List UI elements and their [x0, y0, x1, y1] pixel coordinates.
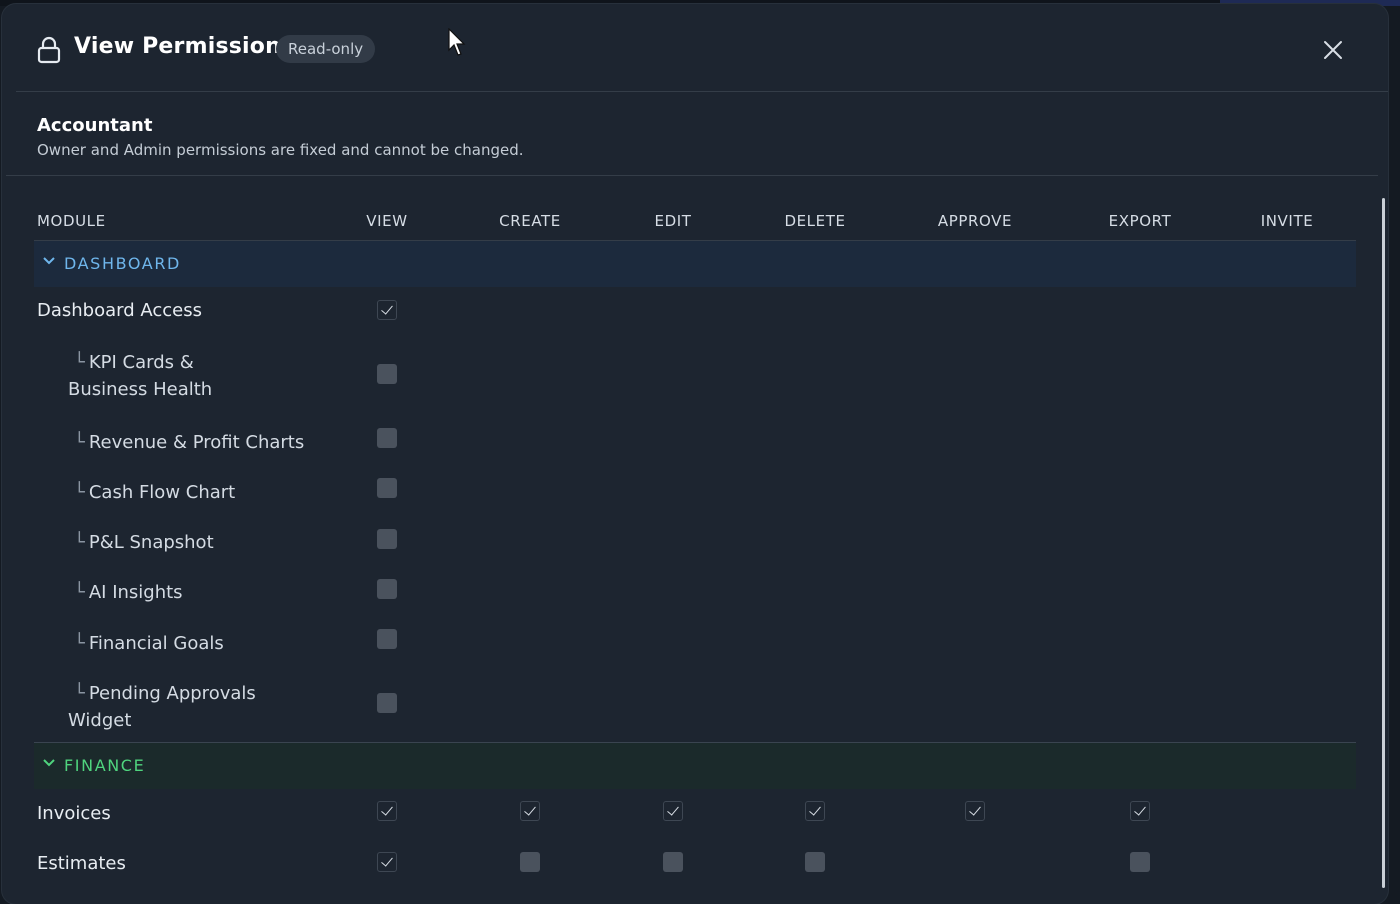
column-header-module: MODULE: [37, 212, 106, 230]
permission-row-label: └ Financial Goals: [68, 630, 224, 657]
checkbox-view[interactable]: [377, 300, 397, 320]
role-name: Accountant: [37, 115, 153, 136]
checkbox-view[interactable]: [377, 693, 397, 713]
checkbox-delete[interactable]: [805, 801, 825, 821]
mouse-cursor-icon: [448, 28, 466, 56]
permission-row-text: KPI Cards & Business Health: [68, 352, 213, 400]
checkbox-delete[interactable]: [805, 852, 825, 872]
modal-title: View Permissions: [74, 34, 295, 59]
scrollbar[interactable]: [1382, 198, 1385, 888]
role-description: Owner and Admin permissions are fixed an…: [37, 141, 524, 159]
tree-branch-icon: └: [74, 633, 85, 654]
section-label: DASHBOARD: [64, 254, 181, 273]
permission-row-text: Financial Goals: [88, 633, 224, 654]
section-label: FINANCE: [64, 756, 146, 775]
column-header-approve: APPROVE: [937, 212, 1013, 230]
column-header-edit: EDIT: [654, 212, 692, 230]
checkbox-view[interactable]: [377, 529, 397, 549]
tree-branch-icon: └: [74, 532, 85, 553]
tree-branch-icon: └: [74, 432, 85, 453]
checkbox-edit[interactable]: [663, 801, 683, 821]
view-permissions-modal: View Permissions Read-only Accountant Ow…: [2, 4, 1388, 904]
column-header-create: CREATE: [499, 212, 561, 230]
permission-row-label: └ Revenue & Profit Charts: [68, 429, 304, 456]
checkbox-view[interactable]: [377, 801, 397, 821]
permission-row-text: Cash Flow Chart: [88, 482, 236, 503]
close-icon[interactable]: [1320, 37, 1346, 63]
checkbox-view[interactable]: [377, 852, 397, 872]
column-header-invite: INVITE: [1260, 212, 1314, 230]
tree-branch-icon: └: [74, 482, 85, 503]
checkbox-view[interactable]: [377, 428, 397, 448]
lock-icon: [37, 36, 61, 64]
permission-row-label: Invoices: [37, 803, 111, 824]
permission-row-text: Invoices: [37, 803, 111, 824]
permission-row-text: Pending Approvals Widget: [68, 683, 256, 731]
checkbox-approve[interactable]: [965, 801, 985, 821]
permission-row-label: └ Cash Flow Chart: [68, 479, 235, 506]
checkbox-view[interactable]: [377, 478, 397, 498]
permission-row-text: Dashboard Access: [37, 300, 202, 321]
checkbox-create[interactable]: [520, 801, 540, 821]
column-header-delete: DELETE: [784, 212, 846, 230]
role-divider: [6, 175, 1378, 176]
checkbox-view[interactable]: [377, 364, 397, 384]
tree-branch-icon: └: [74, 352, 85, 373]
checkbox-view[interactable]: [377, 579, 397, 599]
column-header-view: VIEW: [366, 212, 408, 230]
tree-branch-icon: └: [74, 582, 85, 603]
chevron-down-icon[interactable]: [42, 256, 56, 266]
permission-row-text: Estimates: [37, 853, 126, 874]
permission-row-text: AI Insights: [88, 582, 183, 603]
section-dashboard[interactable]: DASHBOARD: [34, 241, 1356, 287]
permission-row-label: └ P&L Snapshot: [68, 529, 214, 556]
checkbox-view[interactable]: [377, 629, 397, 649]
permission-row-text: Revenue & Profit Charts: [88, 432, 305, 453]
tree-branch-icon: └: [74, 683, 85, 704]
permission-row-label: └ Pending Approvals Widget: [68, 680, 278, 734]
permission-row-label: └ KPI Cards & Business Health: [68, 349, 278, 403]
checkbox-edit[interactable]: [663, 852, 683, 872]
read-only-badge: Read-only: [276, 35, 376, 63]
modal-header: View Permissions Read-only: [2, 4, 1388, 92]
column-header-export: EXPORT: [1108, 212, 1172, 230]
checkbox-export[interactable]: [1130, 852, 1150, 872]
permission-row-label: └ AI Insights: [68, 579, 183, 606]
chevron-down-icon[interactable]: [42, 758, 56, 768]
permission-row-label: Dashboard Access: [37, 300, 202, 321]
section-finance[interactable]: FINANCE: [34, 743, 1356, 789]
header-divider: [16, 91, 1388, 92]
permission-row-label: Estimates: [37, 853, 126, 874]
checkbox-export[interactable]: [1130, 801, 1150, 821]
permission-row-text: P&L Snapshot: [88, 532, 214, 553]
checkbox-create[interactable]: [520, 852, 540, 872]
